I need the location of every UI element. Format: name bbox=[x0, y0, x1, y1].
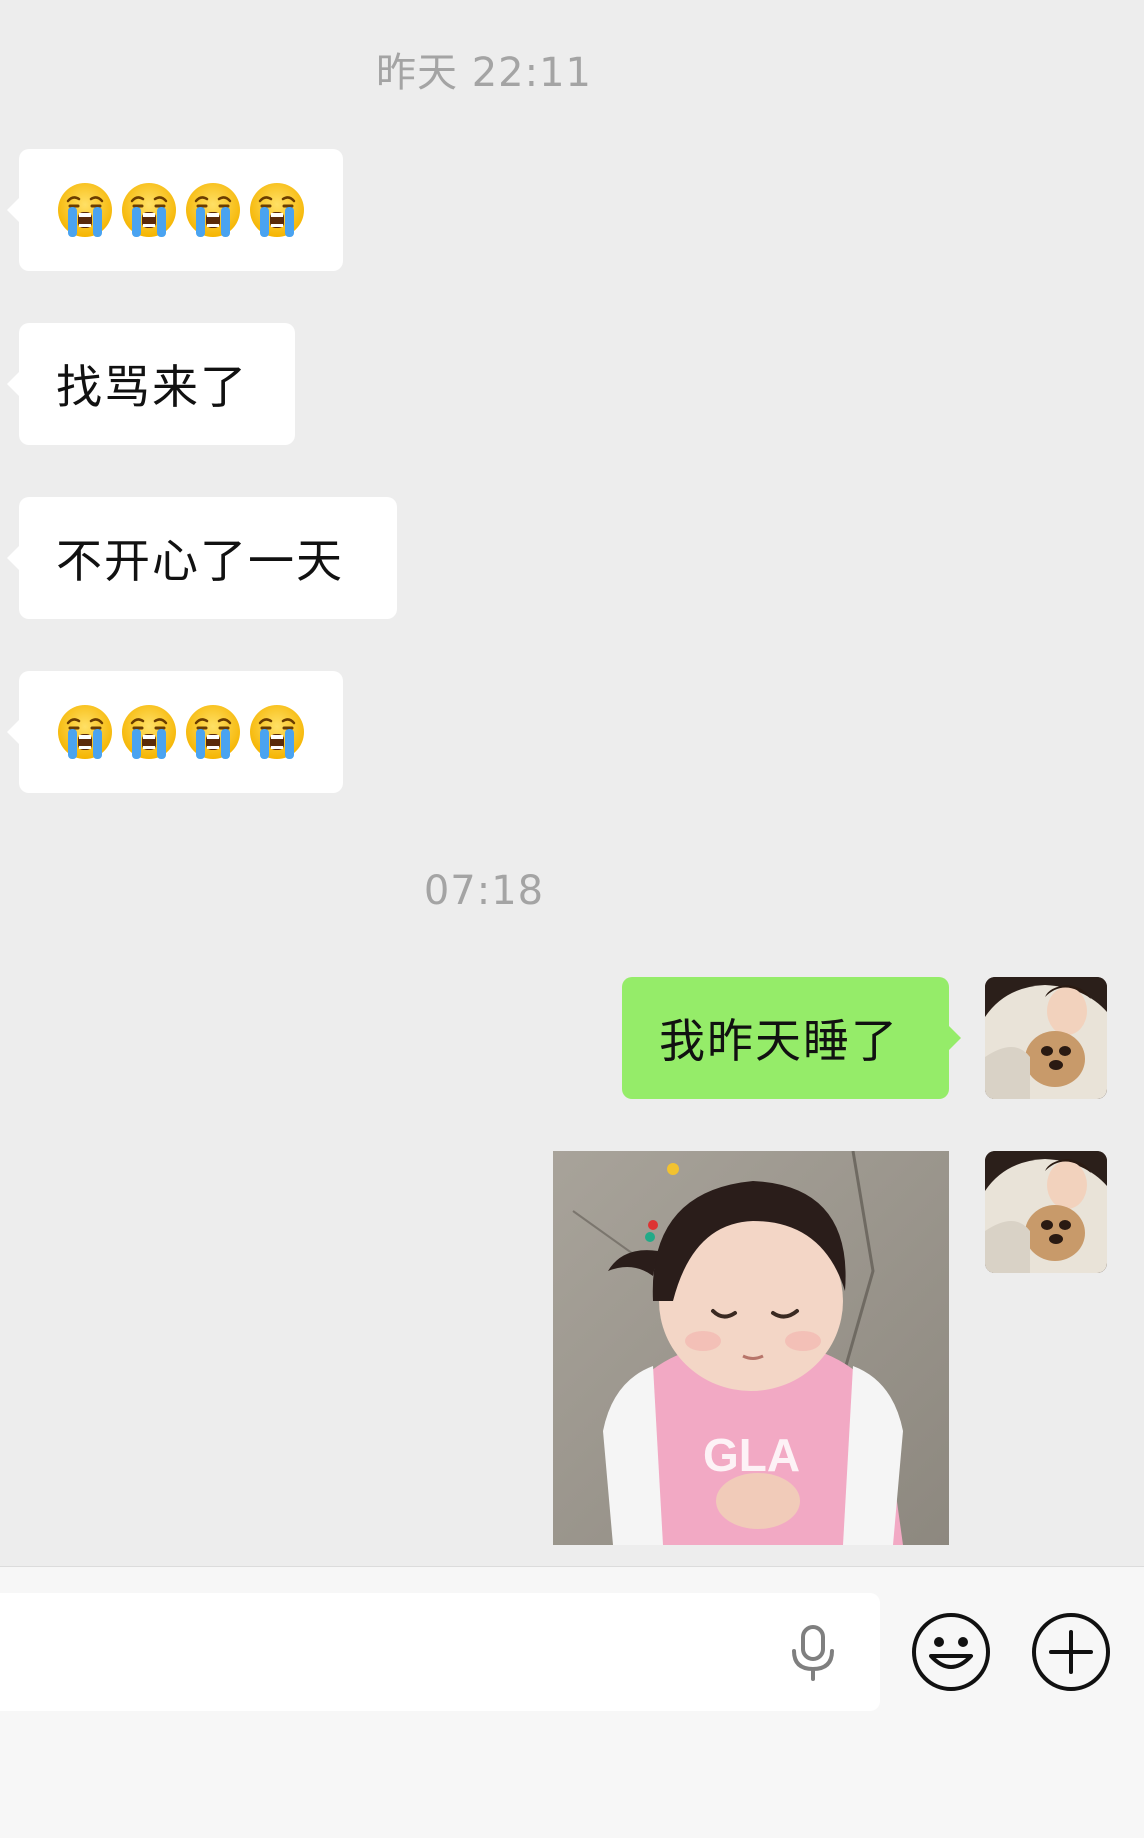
input-bar bbox=[0, 1566, 1144, 1838]
loudly-crying-face-icon bbox=[248, 181, 306, 239]
avatar[interactable] bbox=[985, 977, 1107, 1099]
message-bubble-incoming[interactable]: 找骂来了 bbox=[7, 323, 295, 445]
emoji-row bbox=[56, 703, 306, 761]
message-text: 找骂来了 bbox=[56, 360, 248, 414]
loudly-crying-face-icon bbox=[184, 181, 242, 239]
message-bubble-incoming[interactable] bbox=[7, 671, 343, 793]
loudly-crying-face-icon bbox=[248, 703, 306, 761]
timestamp: 昨天 22:11 bbox=[376, 50, 592, 96]
message-bubble-incoming[interactable] bbox=[7, 149, 343, 271]
loudly-crying-face-icon bbox=[184, 703, 242, 761]
loudly-crying-face-icon bbox=[56, 703, 114, 761]
smiley-icon[interactable] bbox=[911, 1612, 991, 1692]
loudly-crying-face-icon bbox=[120, 703, 178, 761]
image-message[interactable]: GLA bbox=[553, 1151, 949, 1545]
plus-circle-icon[interactable] bbox=[1031, 1612, 1111, 1692]
avatar[interactable] bbox=[985, 1151, 1107, 1273]
message-text: 不开心了一天 bbox=[56, 534, 344, 588]
avatar-image bbox=[985, 1151, 1107, 1273]
microphone-icon[interactable] bbox=[788, 1625, 838, 1681]
loudly-crying-face-icon bbox=[120, 181, 178, 239]
loudly-crying-face-icon bbox=[56, 181, 114, 239]
toddler-photo: GLA bbox=[553, 1151, 949, 1545]
message-bubble-outgoing[interactable]: 我昨天睡了 bbox=[622, 977, 961, 1099]
avatar-image bbox=[985, 977, 1107, 1099]
message-bubble-incoming[interactable]: 不开心了一天 bbox=[7, 497, 397, 619]
timestamp: 07:18 bbox=[423, 868, 545, 914]
message-text: 我昨天睡了 bbox=[659, 1014, 899, 1068]
emoji-row bbox=[56, 181, 306, 239]
svg-text:GLA: GLA bbox=[703, 1429, 800, 1481]
chat-area[interactable]: 昨天 22:11 找骂来了 不开心了一天 07:18 我昨天睡了 GLA bbox=[0, 0, 1144, 1566]
message-input[interactable] bbox=[0, 1593, 880, 1711]
